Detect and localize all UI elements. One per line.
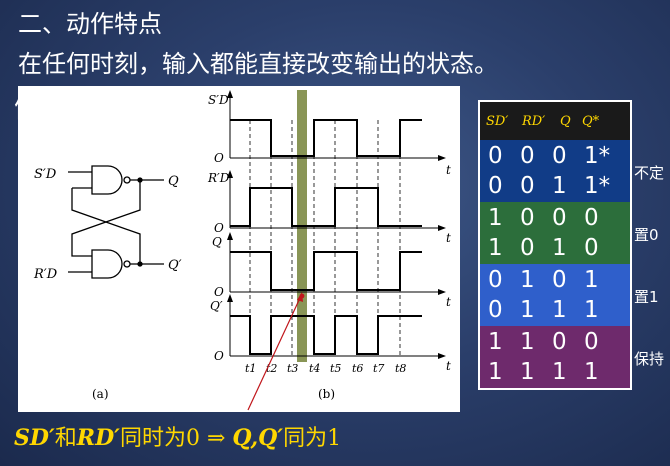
- signal-label-qn: Q′: [210, 299, 223, 313]
- nand-gate-top: [91, 165, 123, 195]
- inverter-bubble-bottom: [123, 260, 131, 268]
- section-subheading: 在任何时刻，输入都能直接改变输出的状态。: [18, 50, 498, 78]
- time-tick-t3: t3: [287, 362, 298, 375]
- waveform-q: [230, 251, 422, 291]
- truth-block-hold: 1100 1111: [480, 326, 630, 388]
- time-axis-label-3: t: [446, 295, 451, 309]
- table-row: 1010: [488, 235, 599, 261]
- time-tick-t4: t4: [309, 362, 320, 375]
- diagram-panel: S′D R′D Q Q′ (a) S′D R′D Q Q′ O O O O t …: [18, 86, 460, 412]
- circuit-output-q-label: Q: [168, 174, 179, 189]
- bottom-note: SD′和RD′同时为0 ⇒ Q,Q′同为1: [14, 420, 341, 452]
- truth-block-set: 0101 0111: [480, 264, 630, 326]
- bottom-note-q: Q,Q′: [232, 425, 284, 451]
- table-row: 0101: [488, 267, 599, 293]
- waveform-rd: [230, 187, 422, 227]
- section-heading: 二、动作特点: [18, 10, 162, 38]
- header-qstar: Q*: [582, 113, 600, 129]
- signal-label-rd: R′D: [207, 171, 230, 185]
- time-axis-label-1: t: [446, 163, 451, 177]
- origin-label-3: O: [214, 285, 224, 299]
- bottom-note-and: 和: [54, 426, 77, 451]
- diagram-svg: S′D R′D Q Q′ (a) S′D R′D Q Q′ O O O O t …: [33, 90, 451, 411]
- truth-table: SD′ RD′ Q Q* 0 0 0 1* 0 0 1 1* 1000 1010 0101 …: [478, 100, 632, 390]
- waveforms: [230, 119, 422, 355]
- table-row: 1000: [488, 205, 599, 231]
- circuit-input-r-label: R′D: [33, 267, 58, 282]
- waveform-axis-arrows: [227, 90, 446, 359]
- truth-table-header: SD′ RD′ Q Q*: [480, 102, 630, 140]
- truth-block-reset: 1000 1010: [480, 202, 630, 264]
- waveform-qn: [230, 315, 422, 355]
- header-q: Q: [560, 113, 571, 129]
- pointer-arrow: [247, 292, 305, 411]
- bottom-note-mid: 同时为0 ⇒: [119, 426, 226, 451]
- origin-label-4: O: [214, 349, 224, 363]
- state-label-reset: 置0: [634, 226, 659, 244]
- state-label-undefined: 不定: [634, 164, 665, 182]
- time-tick-t8: t8: [395, 362, 406, 375]
- feedback-qn: [71, 188, 141, 264]
- table-row: 0111: [488, 297, 599, 323]
- bottom-note-end: 同为1: [283, 426, 342, 451]
- circuit-output-qn-label: Q′: [168, 258, 182, 273]
- latch-circuit: [68, 165, 164, 279]
- bottom-note-sd: SD′: [14, 425, 55, 451]
- time-tick-t6: t6: [352, 362, 363, 375]
- waveform-sd: [230, 119, 422, 157]
- time-axis-label-4: t: [446, 359, 451, 373]
- state-label-hold: 保持: [634, 350, 665, 368]
- table-row: 1100: [488, 329, 599, 355]
- time-tick-t1: t1: [245, 362, 256, 375]
- circuit-input-s-label: S′D: [34, 167, 57, 182]
- nand-gate-bottom: [91, 249, 123, 279]
- table-row: 1111: [488, 359, 599, 385]
- header-sd: SD′: [486, 113, 509, 129]
- table-row: 0 0 0 1*: [488, 143, 611, 169]
- time-axis-label-2: t: [446, 231, 451, 245]
- inverter-bubble-top: [123, 176, 131, 184]
- example-label: 例5.2.1:: [14, 91, 123, 124]
- origin-label-2: O: [214, 221, 224, 235]
- feedback-q: [71, 180, 141, 257]
- table-row: 0 0 1 1*: [488, 173, 611, 199]
- origin-label-1: O: [214, 151, 224, 165]
- signal-label-q: Q: [212, 235, 222, 249]
- bottom-note-rd: RD′: [76, 425, 120, 451]
- truth-block-undefined: 0 0 0 1* 0 0 1 1*: [480, 140, 630, 202]
- time-tick-t7: t7: [373, 362, 384, 375]
- time-tick-t5: t5: [330, 362, 341, 375]
- waveform-caption: (b): [318, 387, 335, 401]
- state-label-set: 置1: [634, 288, 659, 306]
- circuit-caption: (a): [92, 387, 109, 401]
- signal-label-sd: S′D: [208, 93, 229, 107]
- header-rd: RD′: [522, 113, 546, 129]
